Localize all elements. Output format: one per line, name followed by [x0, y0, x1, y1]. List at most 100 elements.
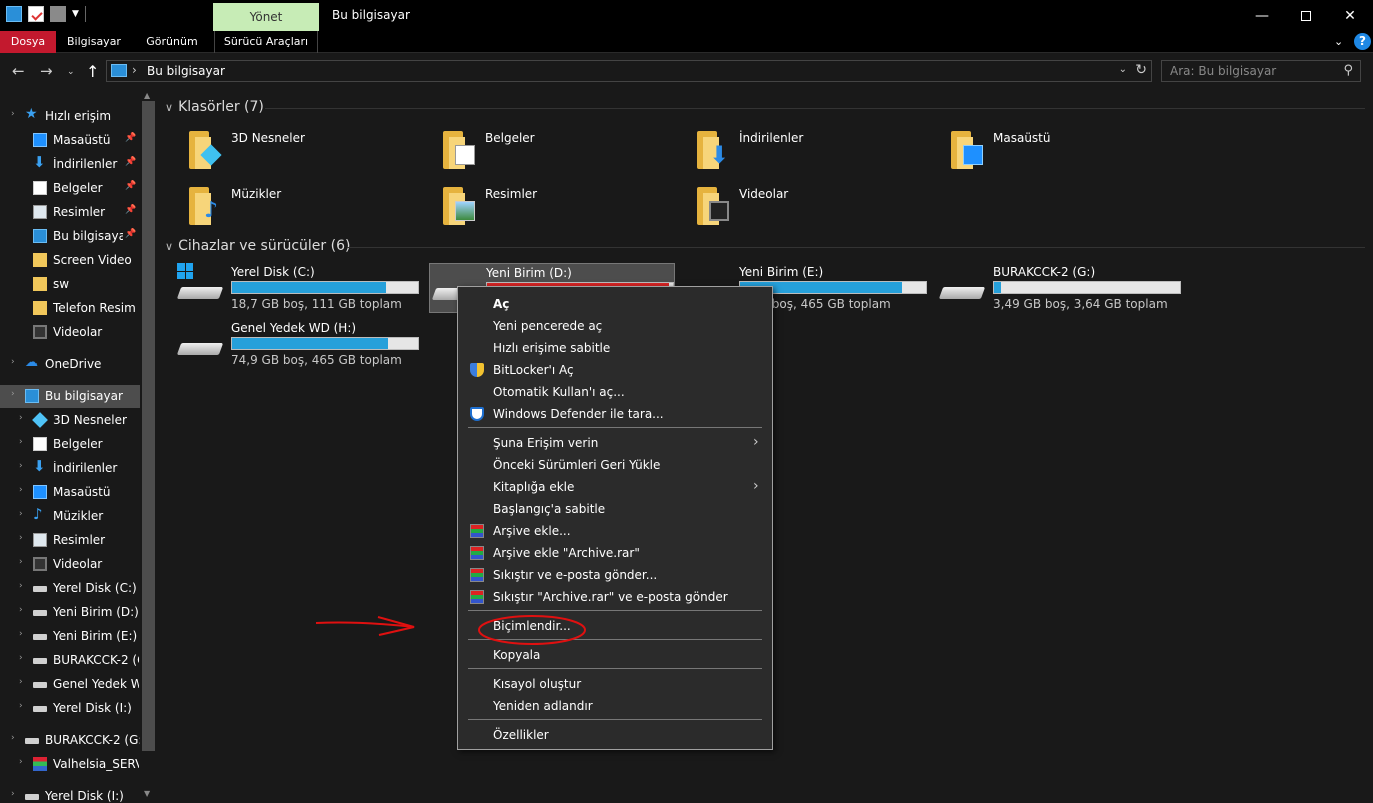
context-menu-item[interactable]: Windows Defender ile tara... — [459, 403, 771, 425]
tab-drive-tools[interactable]: Sürücü Araçları — [214, 31, 318, 53]
expand-chevron-icon[interactable]: › — [19, 437, 23, 447]
refresh-icon[interactable]: ↻ — [1135, 62, 1147, 78]
context-menu-item[interactable]: Otomatik Kullan'ı aç... — [459, 381, 771, 403]
drive-item[interactable]: Yerel Disk (C:) 18,7 GB boş, 111 GB topla… — [175, 263, 421, 313]
expand-chevron-icon[interactable]: › — [19, 629, 23, 639]
tab-computer[interactable]: Bilgisayar — [60, 31, 128, 53]
back-arrow-icon[interactable]: ← — [12, 62, 25, 80]
sidebar-item-this-pc[interactable]: › Bu bilgisayar — [0, 385, 140, 408]
sidebar-item-quick[interactable]: Resimler 📌 — [0, 201, 140, 224]
collapse-chevron-icon[interactable]: ∨ — [165, 240, 173, 253]
pin-icon[interactable]: 📌 — [125, 133, 136, 143]
folder-item[interactable]: Masaüstü — [947, 125, 1197, 175]
address-dropdown-icon[interactable]: ⌄ — [1119, 64, 1127, 75]
sidebar-item-quick[interactable]: Screen Video — [0, 249, 140, 272]
context-menu-item[interactable]: Hızlı erişime sabitle — [459, 337, 771, 359]
expand-chevron-icon[interactable]: › — [19, 485, 23, 495]
sidebar-item-pc[interactable]: › Genel Yedek WD (H:) — [0, 673, 140, 696]
sidebar-item-pc[interactable]: › 3D Nesneler — [0, 409, 140, 432]
sidebar-item-quick[interactable]: sw — [0, 273, 140, 296]
sidebar-item-quick-access[interactable]: › ★ Hızlı erişim — [0, 105, 140, 128]
context-menu-item[interactable]: Arşive ekle... — [459, 520, 771, 542]
expand-chevron-icon[interactable]: › — [19, 557, 23, 567]
sidebar-item-quick[interactable]: ⬇ İndirilenler 📌 — [0, 153, 140, 176]
sidebar-scrollbar[interactable] — [142, 101, 155, 751]
drives-group-header[interactable]: ∨ Cihazlar ve sürücüler (6) — [165, 238, 350, 254]
expand-chevron-icon[interactable]: › — [11, 733, 15, 743]
expand-ribbon-icon[interactable]: ⌄ — [1334, 35, 1343, 48]
folder-item[interactable]: Belgeler — [439, 125, 689, 175]
context-menu-item[interactable]: Önceki Sürümleri Geri Yükle — [459, 454, 771, 476]
scroll-up-icon[interactable]: ▲ — [144, 91, 150, 100]
sidebar-item-quick[interactable]: Bu bilgisayar📌 — [0, 225, 140, 248]
tab-file[interactable]: Dosya — [0, 31, 56, 53]
context-menu-item[interactable]: Kopyala — [459, 644, 771, 666]
expand-chevron-icon[interactable]: › — [11, 109, 15, 119]
context-menu-item[interactable]: Başlangıç'a sabitle — [459, 498, 771, 520]
pin-icon[interactable]: 📌 — [125, 181, 136, 191]
breadcrumb[interactable]: Bu bilgisayar — [147, 64, 225, 78]
context-menu-item[interactable]: Sıkıştır "Archive.rar" ve e-posta gönder — [459, 586, 771, 608]
customize-toolbar-icon[interactable]: ▼ — [72, 9, 79, 19]
folder-item[interactable]: 3D Nesneler — [185, 125, 435, 175]
sidebar-item-pc[interactable]: › Videolar — [0, 553, 140, 576]
collapse-chevron-icon[interactable]: ∨ — [165, 101, 173, 114]
sidebar-item-pc[interactable]: › Belgeler — [0, 433, 140, 456]
drive-item[interactable]: Genel Yedek WD (H:) 74,9 GB boş, 465 GB t… — [175, 319, 421, 369]
pin-icon[interactable]: 📌 — [125, 205, 136, 215]
context-menu-item[interactable]: Yeni pencerede aç — [459, 315, 771, 337]
folder-item[interactable]: ⬇ İndirilenler — [693, 125, 943, 175]
sidebar-item-quick[interactable]: Telefon Resim Ye — [0, 297, 140, 320]
new-folder-icon[interactable] — [50, 6, 66, 22]
context-menu-item[interactable]: Arşive ekle "Archive.rar" — [459, 542, 771, 564]
sidebar-item-quick[interactable]: Videolar — [0, 321, 140, 344]
close-button[interactable]: ✕ — [1327, 0, 1373, 31]
maximize-button[interactable] — [1283, 0, 1329, 31]
expand-chevron-icon[interactable]: › — [19, 653, 23, 663]
context-menu-item[interactable]: Biçimlendir... — [459, 615, 771, 637]
expand-chevron-icon[interactable]: › — [11, 789, 15, 799]
expand-chevron-icon[interactable]: › — [19, 461, 23, 471]
sidebar-item-usb[interactable]: › BURAKCCK-2 (G:) — [0, 729, 140, 752]
folder-item[interactable]: Videolar — [693, 181, 943, 231]
expand-chevron-icon[interactable]: › — [19, 413, 23, 423]
forward-arrow-icon[interactable]: → — [40, 62, 53, 80]
expand-chevron-icon[interactable]: › — [19, 533, 23, 543]
sidebar-item-pc[interactable]: › Resimler — [0, 529, 140, 552]
context-menu-item[interactable]: Kısayol oluştur — [459, 673, 771, 695]
sidebar-item-pc[interactable]: › ⬇ İndirilenler — [0, 457, 140, 480]
expand-chevron-icon[interactable]: › — [19, 581, 23, 591]
search-input[interactable]: Ara: Bu bilgisayar ⚲ — [1161, 60, 1361, 82]
pin-icon[interactable]: 📌 — [125, 157, 136, 167]
context-menu-item[interactable]: Yeniden adlandır — [459, 695, 771, 717]
computer-icon[interactable] — [6, 6, 22, 22]
folder-item[interactable]: Resimler — [439, 181, 689, 231]
up-arrow-icon[interactable]: ↑ — [86, 62, 99, 81]
minimize-button[interactable]: — — [1239, 0, 1285, 31]
sidebar-item-pc[interactable]: › BURAKCCK-2 (G:) — [0, 649, 140, 672]
sidebar-item-drive[interactable]: › Yerel Disk (I:) — [0, 785, 140, 803]
search-icon[interactable]: ⚲ — [1343, 63, 1353, 78]
expand-chevron-icon[interactable]: › — [19, 677, 23, 687]
expand-chevron-icon[interactable]: › — [19, 757, 23, 767]
sidebar-item-pc[interactable]: › Yeni Birim (E:) — [0, 625, 140, 648]
sidebar-item-pc[interactable]: › Masaüstü — [0, 481, 140, 504]
sidebar-item-quick[interactable]: Masaüstü 📌 — [0, 129, 140, 152]
properties-icon[interactable] — [28, 6, 44, 22]
folder-item[interactable]: ♪ Müzikler — [185, 181, 435, 231]
help-icon[interactable]: ? — [1354, 33, 1371, 50]
expand-chevron-icon[interactable]: › — [11, 357, 15, 367]
expand-chevron-icon[interactable]: › — [19, 509, 23, 519]
context-menu-item[interactable]: Sıkıştır ve e-posta gönder... — [459, 564, 771, 586]
context-menu-item[interactable]: Şuna Erişim verin › — [459, 432, 771, 454]
sidebar-item-pc[interactable]: › ♪ Müzikler — [0, 505, 140, 528]
sidebar-item-usb-child[interactable]: › Valhelsia_SERVER — [0, 753, 140, 776]
sidebar-item-onedrive[interactable]: › ☁ OneDrive — [0, 353, 140, 376]
context-menu-item[interactable]: Aç — [459, 293, 771, 315]
context-menu-item[interactable]: Kitaplığa ekle › — [459, 476, 771, 498]
tab-view[interactable]: Görünüm — [138, 31, 206, 53]
drive-item[interactable]: BURAKCCK-2 (G:) 3,49 GB boş, 3,64 GB topl… — [937, 263, 1183, 313]
address-bar[interactable]: › Bu bilgisayar ⌄ ↻ — [106, 60, 1152, 82]
context-menu-item[interactable]: Özellikler — [459, 724, 771, 746]
expand-chevron-icon[interactable]: › — [11, 389, 15, 399]
